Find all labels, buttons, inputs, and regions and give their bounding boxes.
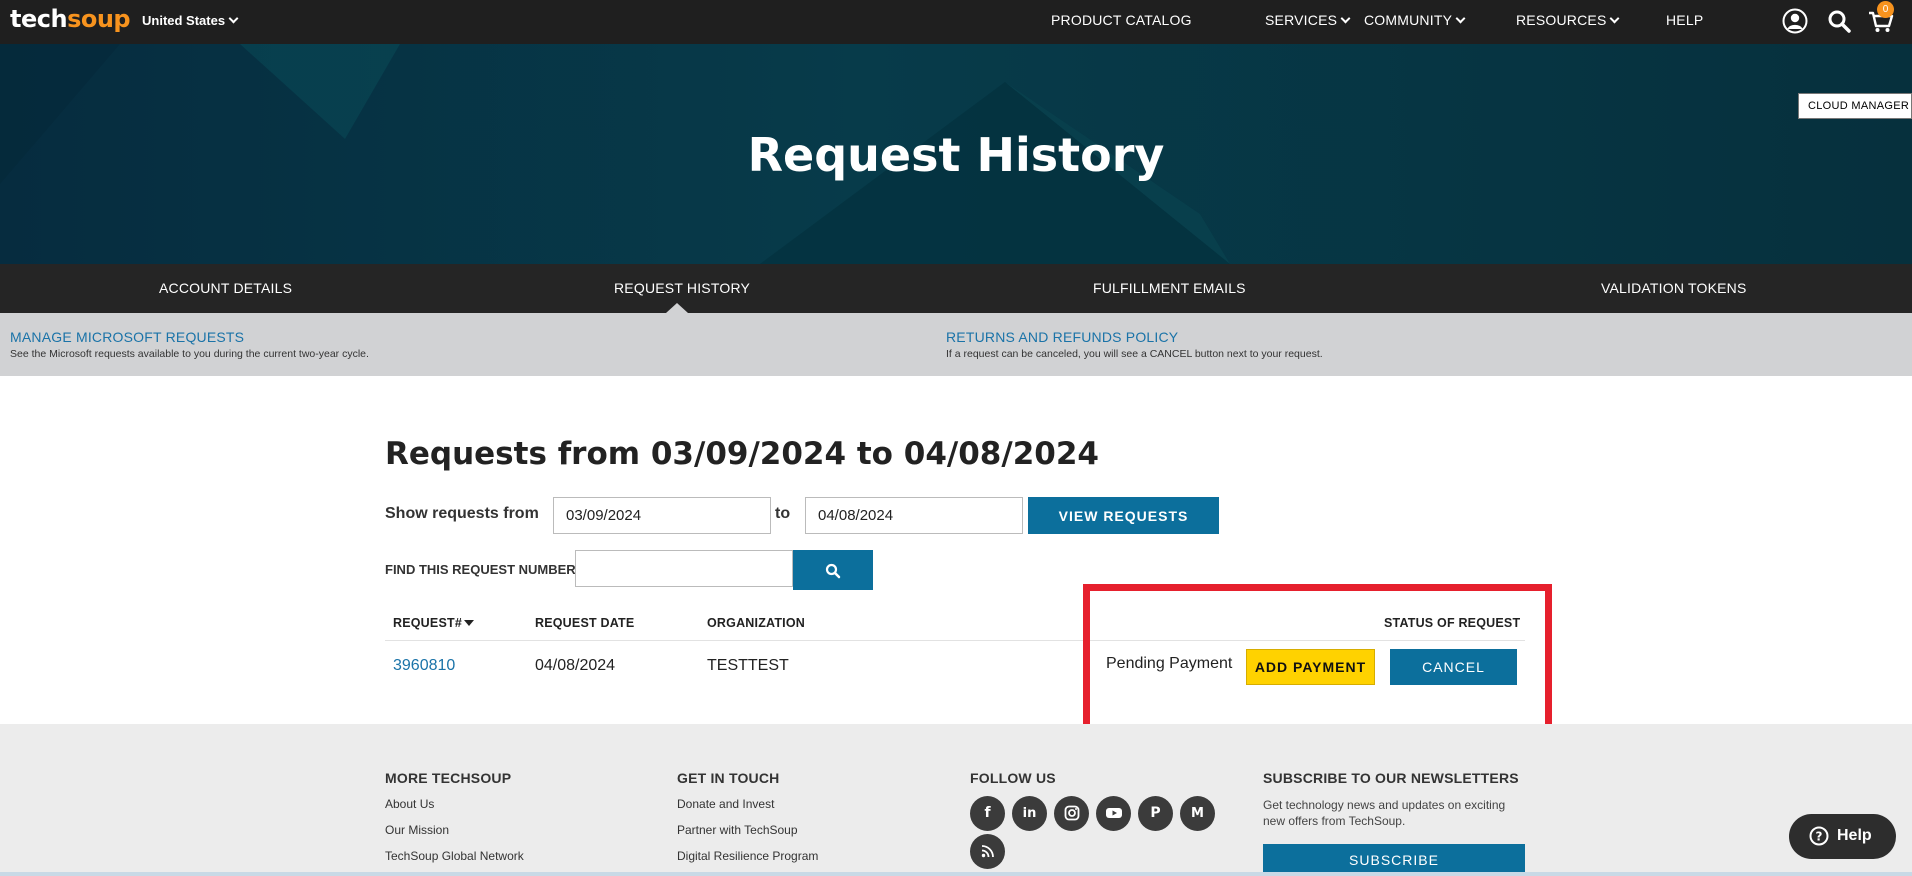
youtube-glyph: [1105, 808, 1122, 818]
footer-newsletter-title: SUBSCRIBE TO OUR NEWSLETTERS: [1263, 770, 1519, 786]
logo-text-tech: tech: [10, 5, 68, 33]
tab-validation-tokens[interactable]: VALIDATION TOKENS: [1601, 280, 1747, 296]
highlight-annotation-box: [1083, 584, 1552, 733]
nav-services[interactable]: SERVICES: [1265, 12, 1351, 28]
linkedin-icon[interactable]: in: [1012, 796, 1047, 831]
cart-count-badge: 0: [1877, 1, 1894, 18]
find-request-label: FIND THIS REQUEST NUMBER: [385, 562, 576, 577]
nav-product-catalog[interactable]: PRODUCT CATALOG: [1051, 12, 1192, 28]
medium-icon[interactable]: M: [1180, 796, 1215, 831]
nav-resources-label: RESOURCES: [1516, 12, 1607, 28]
user-icon[interactable]: [1781, 7, 1809, 35]
col-header-request-number[interactable]: REQUEST#: [393, 616, 474, 630]
date-from-input[interactable]: [553, 497, 771, 534]
manage-microsoft-requests-desc: See the Microsoft requests available to …: [10, 348, 369, 360]
footer-follow-us-title: FOLLOW US: [970, 770, 1056, 786]
question-circle-icon: ?: [1809, 826, 1829, 846]
youtube-icon[interactable]: [1096, 796, 1131, 831]
rss-glyph: [981, 845, 994, 858]
chevron-down-icon: [1610, 13, 1620, 24]
to-label: to: [775, 505, 791, 522]
footer-link-donate[interactable]: Donate and Invest: [677, 797, 774, 811]
col-header-organization: ORGANIZATION: [707, 616, 805, 630]
top-navbar: techsoup United States PRODUCT CATALOG S…: [0, 0, 1912, 44]
region-label: United States: [142, 13, 226, 28]
nav-help[interactable]: HELP: [1666, 12, 1703, 28]
footer-link-digital-resilience[interactable]: Digital Resilience Program: [677, 849, 818, 863]
account-tabs: ACCOUNT DETAILS REQUEST HISTORY FULFILLM…: [0, 264, 1912, 313]
cloud-manager-button[interactable]: CLOUD MANAGER: [1798, 93, 1912, 119]
nav-community-label: COMMUNITY: [1364, 12, 1453, 28]
returns-refunds-policy-desc: If a request can be canceled, you will s…: [946, 348, 1323, 360]
site-footer: [0, 724, 1912, 876]
techsoup-logo[interactable]: techsoup: [10, 5, 131, 33]
facebook-icon[interactable]: f: [970, 796, 1005, 831]
footer-more-techsoup-title: MORE TECHSOUP: [385, 770, 512, 786]
search-icon[interactable]: [1825, 7, 1853, 35]
chevron-down-icon: [228, 13, 239, 24]
page-bottom-edge: [0, 872, 1912, 876]
returns-refunds-policy-link[interactable]: RETURNS AND REFUNDS POLICY: [946, 329, 1178, 345]
help-widget-label: Help: [1837, 827, 1872, 844]
rss-icon[interactable]: [970, 834, 1005, 869]
nav-resources[interactable]: RESOURCES: [1516, 12, 1620, 28]
col-header-request-number-label: REQUEST#: [393, 616, 462, 630]
view-requests-button[interactable]: VIEW REQUESTS: [1028, 497, 1219, 534]
requests-heading: Requests from 03/09/2024 to 04/08/2024: [385, 436, 1099, 472]
tab-fulfillment-emails[interactable]: FULFILLMENT EMAILS: [1093, 280, 1246, 296]
region-selector[interactable]: United States: [142, 13, 239, 28]
manage-microsoft-requests-link[interactable]: MANAGE MICROSOFT REQUESTS: [10, 329, 244, 345]
footer-link-global-network[interactable]: TechSoup Global Network: [385, 849, 524, 863]
logo-text-soup: soup: [67, 5, 131, 33]
col-header-request-date: REQUEST DATE: [535, 616, 635, 630]
date-to-input[interactable]: [805, 497, 1023, 534]
chevron-down-icon: [1340, 13, 1351, 24]
svg-text:?: ?: [1816, 830, 1823, 844]
instagram-glyph: [1064, 805, 1079, 821]
request-number-input[interactable]: [575, 550, 793, 587]
nav-services-label: SERVICES: [1265, 12, 1338, 28]
search-icon: [825, 563, 841, 578]
active-tab-indicator: [666, 303, 688, 313]
footer-get-in-touch-title: GET IN TOUCH: [677, 770, 780, 786]
sort-desc-icon: [463, 620, 474, 626]
instagram-icon[interactable]: [1054, 796, 1089, 831]
footer-link-partner[interactable]: Partner with TechSoup: [677, 823, 798, 837]
request-date: 04/08/2024: [535, 657, 616, 674]
nav-community[interactable]: COMMUNITY: [1364, 12, 1466, 28]
tab-account-details[interactable]: ACCOUNT DETAILS: [159, 280, 292, 296]
pinterest-icon[interactable]: P: [1138, 796, 1173, 831]
page-title: Request History: [747, 128, 1165, 182]
chevron-down-icon: [1455, 13, 1466, 24]
footer-link-our-mission[interactable]: Our Mission: [385, 823, 449, 837]
tab-request-history[interactable]: REQUEST HISTORY: [614, 280, 750, 296]
help-widget-button[interactable]: ? Help: [1789, 814, 1896, 859]
show-requests-label: Show requests from: [385, 505, 539, 522]
organization-name: TESTTEST: [707, 657, 789, 674]
find-request-button[interactable]: [793, 550, 873, 590]
footer-link-about-us[interactable]: About Us: [385, 797, 434, 811]
newsletter-description: Get technology news and updates on excit…: [1263, 798, 1506, 828]
request-number-link[interactable]: 3960810: [393, 657, 455, 675]
